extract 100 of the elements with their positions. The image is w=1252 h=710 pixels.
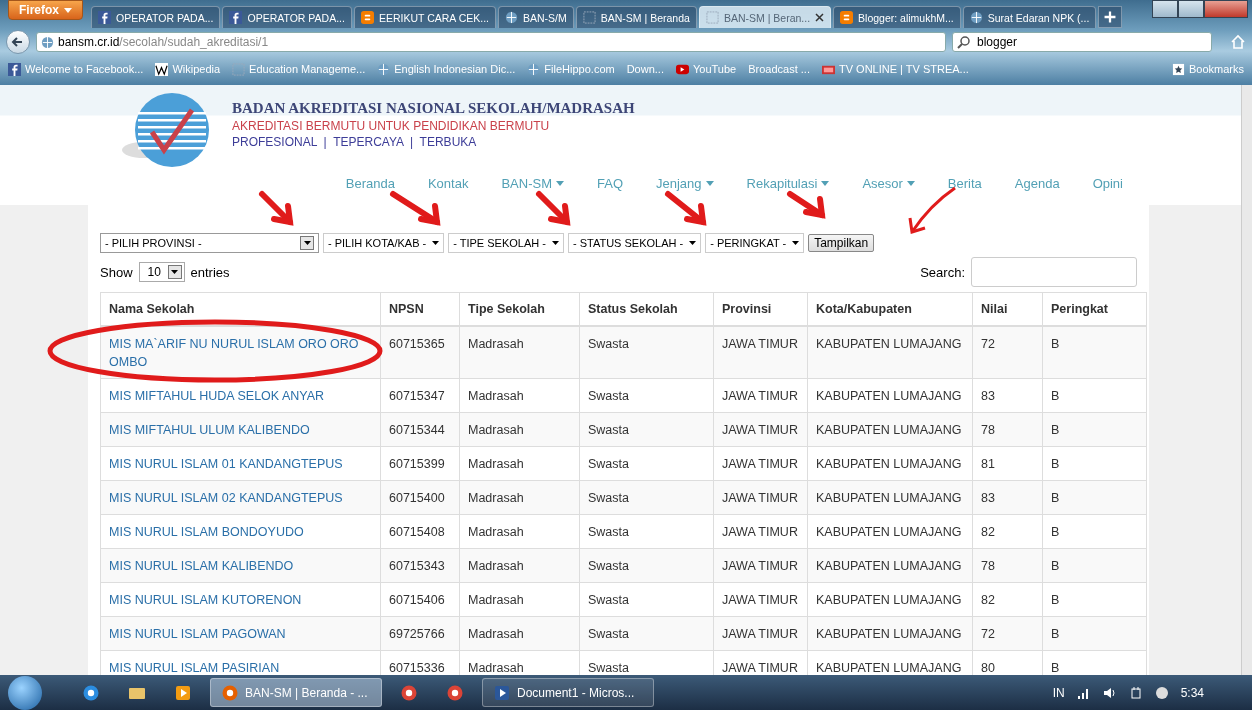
scrollbar[interactable] xyxy=(1241,85,1252,675)
caret-icon xyxy=(171,270,179,274)
search-icon xyxy=(957,35,971,49)
table-cell: KABUPATEN LUMAJANG xyxy=(808,327,973,379)
browser-icon xyxy=(221,683,239,702)
table-cell: JAWA TIMUR xyxy=(714,413,808,447)
table-cell: Madrasah xyxy=(460,617,580,651)
language-indicator[interactable]: IN xyxy=(1052,685,1065,700)
browser-tab[interactable]: BAN-SM | Beranda xyxy=(575,6,697,28)
annotation-arrow xyxy=(536,191,571,226)
filter-dropdown[interactable]: - STATUS SEKOLAH - xyxy=(567,233,702,253)
table-cell: 78 xyxy=(973,413,1043,447)
caret-icon xyxy=(303,241,311,245)
entries-label: entries xyxy=(190,264,230,280)
caret-icon xyxy=(705,181,714,186)
table-cell: B xyxy=(1043,413,1147,447)
nav-link[interactable]: Agenda xyxy=(1014,176,1060,191)
site-tagline: AKREDITASI BERMUTU UNTUK PENDIDIKAN BERMUTU xyxy=(232,119,551,133)
taskbar-button[interactable]: Document1 - Micros... xyxy=(482,678,654,707)
home-icon[interactable] xyxy=(1230,34,1246,50)
school-link[interactable]: MIS NURUL ISLAM KALIBENDO xyxy=(100,549,381,583)
nav-link[interactable]: Kontak xyxy=(427,176,469,191)
caret-icon xyxy=(556,181,564,186)
caret-icon xyxy=(432,241,440,245)
app-tray-icon[interactable] xyxy=(1154,685,1169,700)
search-label: Search: xyxy=(920,264,965,280)
table-cell: JAWA TIMUR xyxy=(714,617,808,651)
table-cell: B xyxy=(1043,549,1147,583)
browser-tab[interactable]: Blogger: alimukhM... xyxy=(833,6,961,28)
site-title: BADAN AKREDITASI NASIONAL SEKOLAH/MADRASAH xyxy=(232,100,635,117)
document-icon xyxy=(493,683,511,702)
nav-link[interactable]: Beranda xyxy=(345,176,395,191)
table-cell: JAWA TIMUR xyxy=(714,327,808,379)
table-cell: Swasta xyxy=(580,413,714,447)
browser-tab[interactable]: BAN-S/M xyxy=(498,6,574,28)
table-cell: 72 xyxy=(973,327,1043,379)
table-cell: 60715400 xyxy=(381,481,460,515)
close-icon[interactable] xyxy=(815,13,825,22)
annotation-arrow xyxy=(259,191,294,226)
star-icon xyxy=(1171,62,1185,76)
table-cell: Swasta xyxy=(580,481,714,515)
browser-icon xyxy=(446,683,464,702)
browser-tab[interactable]: BAN-SM | Beran... xyxy=(698,6,832,28)
globe-icon xyxy=(505,11,518,24)
address-bar[interactable]: bansm.cr.id/secolah/sudah_akreditasi/1 xyxy=(36,32,946,52)
caret-icon xyxy=(551,241,559,245)
nav-link[interactable]: Berita xyxy=(947,176,982,191)
table-cell: Madrasah xyxy=(460,549,580,583)
facebook-icon xyxy=(98,11,111,24)
show-label: Show xyxy=(100,264,133,280)
annotation-arrow xyxy=(908,186,956,234)
nav-link[interactable]: BAN-SM xyxy=(501,176,564,191)
filter-dropdown[interactable]: - PERINGKAT - xyxy=(705,233,805,253)
new-tab-button[interactable] xyxy=(1098,6,1123,28)
search-field[interactable]: blogger xyxy=(952,32,1212,52)
nav-link[interactable]: Jenjang xyxy=(656,176,714,191)
back-button[interactable] xyxy=(6,30,30,54)
annotation-arrow xyxy=(787,191,826,219)
filter-dropdown[interactable]: - TIPE SEKOLAH - xyxy=(448,233,564,253)
school-link[interactable]: MIS MIFTAHUL ULUM KALIBENDO xyxy=(100,413,381,447)
browser-icon xyxy=(82,683,100,702)
browser-tab[interactable]: Surat Edaran NPK (... xyxy=(962,6,1097,28)
power-icon[interactable] xyxy=(1128,685,1143,700)
school-link[interactable]: MIS NURUL ISLAM PAGOWAN xyxy=(100,617,381,651)
nav-link[interactable]: FAQ xyxy=(597,176,623,191)
province-dropdown[interactable]: - PILIH PROVINSI - xyxy=(100,233,319,253)
table-cell: Swasta xyxy=(580,549,714,583)
taskbar-button[interactable]: BAN-SM | Beranda - ... xyxy=(210,678,382,707)
browser-tab[interactable]: OPERATOR PADA... xyxy=(91,6,221,28)
school-link[interactable]: MIS NURUL ISLAM 02 KANDANGTEPUS xyxy=(100,481,381,515)
volume-icon[interactable] xyxy=(1102,685,1117,700)
table-cell: 72 xyxy=(973,617,1043,651)
bookmark-link[interactable]: Broadcast ... xyxy=(748,63,810,75)
minimize-button[interactable] xyxy=(1152,0,1178,18)
filter-dropdown[interactable]: - PILIH KOTA/KAB - xyxy=(323,233,445,253)
nav-link[interactable]: Asesor xyxy=(862,176,915,191)
browser-tab[interactable]: OPERATOR PADA... xyxy=(222,6,352,28)
blogger-icon xyxy=(840,11,854,24)
close-button[interactable] xyxy=(1204,0,1248,18)
table-cell: Madrasah xyxy=(460,481,580,515)
table-cell: Madrasah xyxy=(460,413,580,447)
browser-tab[interactable]: EERIKUT CARA CEK... xyxy=(353,6,496,28)
table-cell: 60715343 xyxy=(381,549,460,583)
caret-icon xyxy=(689,241,697,245)
nav-link[interactable]: Opini xyxy=(1092,176,1123,191)
table-cell: KABUPATEN LUMAJANG xyxy=(808,617,973,651)
maximize-button[interactable] xyxy=(1178,0,1204,18)
start-button[interactable] xyxy=(8,675,42,710)
page-icon xyxy=(582,11,596,24)
table-cell: KABUPATEN LUMAJANG xyxy=(808,481,973,515)
search-field[interactable] xyxy=(971,257,1137,287)
table-cell: 60715365 xyxy=(381,327,460,379)
wikipedia-icon xyxy=(155,62,169,76)
site-motto: PROFESIONAL | TEPERCAYA | TERBUKA xyxy=(232,135,478,149)
clock[interactable]: 5:34 xyxy=(1180,685,1204,700)
entries-dropdown[interactable]: 10 xyxy=(138,262,185,282)
caret-icon xyxy=(821,181,830,186)
nav-link[interactable]: Rekapitulasi xyxy=(746,176,830,191)
show-button[interactable]: Tampilkan xyxy=(808,234,875,252)
facebook-icon xyxy=(229,11,243,24)
